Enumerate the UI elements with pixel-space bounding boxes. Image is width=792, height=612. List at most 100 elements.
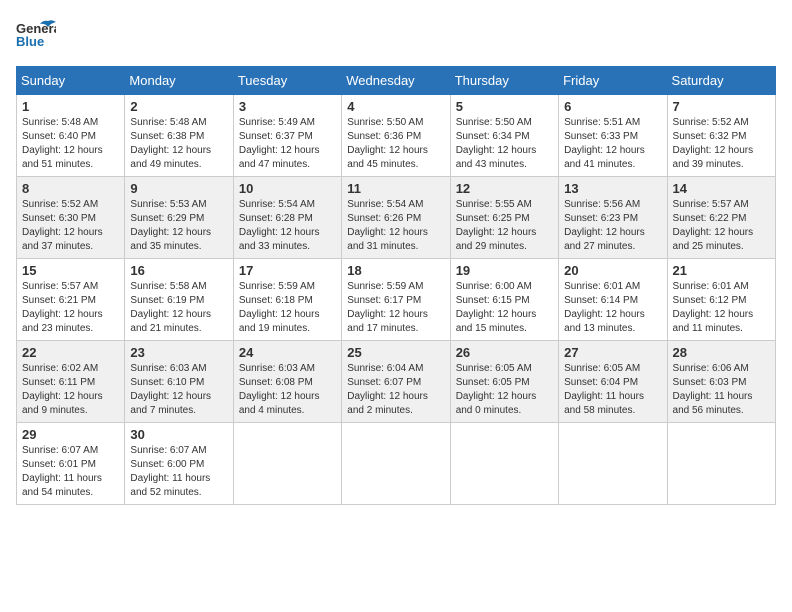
calendar-cell: 20 Sunrise: 6:01 AM Sunset: 6:14 PM Dayli… <box>559 259 667 341</box>
calendar-cell: 11Sunrise: 5:54 AM Sunset: 6:26 PM Dayli… <box>342 177 450 259</box>
day-detail: Sunrise: 6:01 AM Sunset: 6:12 PM Dayligh… <box>673 280 770 336</box>
day-number: 27 <box>564 345 661 360</box>
calendar-week-5: 29 Sunrise: 6:07 AM Sunset: 6:01 PM Dayli… <box>17 423 776 505</box>
day-detail: Sunrise: 5:56 AM Sunset: 6:23 PM Dayligh… <box>564 198 661 254</box>
calendar-cell <box>233 423 341 505</box>
day-detail: Sunrise: 6:06 AM Sunset: 6:03 PM Dayligh… <box>673 362 770 418</box>
calendar-cell: 8 Sunrise: 5:52 AM Sunset: 6:30 PM Daylig… <box>17 177 125 259</box>
calendar-cell: 19Sunrise: 6:00 AM Sunset: 6:15 PM Dayli… <box>450 259 558 341</box>
calendar-cell: 15 Sunrise: 5:57 AM Sunset: 6:21 PM Dayli… <box>17 259 125 341</box>
day-detail: Sunrise: 5:52 AM Sunset: 6:32 PM Dayligh… <box>673 116 770 172</box>
day-number: 5 <box>456 99 553 114</box>
calendar-header-sunday: Sunday <box>17 67 125 95</box>
calendar-cell <box>667 423 775 505</box>
day-number: 26 <box>456 345 553 360</box>
day-number: 23 <box>130 345 227 360</box>
day-number: 30 <box>130 427 227 442</box>
day-detail: Sunrise: 6:05 AM Sunset: 6:05 PM Dayligh… <box>456 362 553 418</box>
day-number: 11 <box>347 181 444 196</box>
calendar-header-saturday: Saturday <box>667 67 775 95</box>
day-number: 3 <box>239 99 336 114</box>
calendar-header-row: SundayMondayTuesdayWednesdayThursdayFrid… <box>17 67 776 95</box>
calendar-cell: 1 Sunrise: 5:48 AM Sunset: 6:40 PM Daylig… <box>17 95 125 177</box>
day-detail: Sunrise: 5:58 AM Sunset: 6:19 PM Dayligh… <box>130 280 227 336</box>
calendar-header-wednesday: Wednesday <box>342 67 450 95</box>
calendar-cell: 5 Sunrise: 5:50 AM Sunset: 6:34 PM Daylig… <box>450 95 558 177</box>
calendar-header-tuesday: Tuesday <box>233 67 341 95</box>
calendar-cell: 3 Sunrise: 5:49 AM Sunset: 6:37 PM Daylig… <box>233 95 341 177</box>
calendar-week-4: 22Sunrise: 6:02 AM Sunset: 6:11 PM Dayli… <box>17 341 776 423</box>
calendar-cell: 6 Sunrise: 5:51 AM Sunset: 6:33 PM Daylig… <box>559 95 667 177</box>
day-number: 29 <box>22 427 119 442</box>
calendar-cell: 26 Sunrise: 6:05 AM Sunset: 6:05 PM Dayli… <box>450 341 558 423</box>
calendar-cell: 17Sunrise: 5:59 AM Sunset: 6:18 PM Dayli… <box>233 259 341 341</box>
calendar-cell <box>342 423 450 505</box>
calendar-cell <box>559 423 667 505</box>
calendar-header-thursday: Thursday <box>450 67 558 95</box>
calendar-cell <box>450 423 558 505</box>
day-detail: Sunrise: 6:03 AM Sunset: 6:10 PM Dayligh… <box>130 362 227 418</box>
calendar-week-1: 1 Sunrise: 5:48 AM Sunset: 6:40 PM Daylig… <box>17 95 776 177</box>
day-detail: Sunrise: 5:48 AM Sunset: 6:40 PM Dayligh… <box>22 116 119 172</box>
calendar-cell: 14Sunrise: 5:57 AM Sunset: 6:22 PM Dayli… <box>667 177 775 259</box>
logo-icon: GeneralBlue <box>16 16 56 56</box>
day-detail: Sunrise: 6:07 AM Sunset: 6:00 PM Dayligh… <box>130 444 227 500</box>
day-detail: Sunrise: 5:57 AM Sunset: 6:21 PM Dayligh… <box>22 280 119 336</box>
calendar-cell: 4 Sunrise: 5:50 AM Sunset: 6:36 PM Daylig… <box>342 95 450 177</box>
day-number: 18 <box>347 263 444 278</box>
calendar-cell: 12 Sunrise: 5:55 AM Sunset: 6:25 PM Dayli… <box>450 177 558 259</box>
day-detail: Sunrise: 5:54 AM Sunset: 6:28 PM Dayligh… <box>239 198 336 254</box>
calendar-cell: 18 Sunrise: 5:59 AM Sunset: 6:17 PM Dayli… <box>342 259 450 341</box>
day-detail: Sunrise: 5:53 AM Sunset: 6:29 PM Dayligh… <box>130 198 227 254</box>
calendar-cell: 25Sunrise: 6:04 AM Sunset: 6:07 PM Dayli… <box>342 341 450 423</box>
day-detail: Sunrise: 6:01 AM Sunset: 6:14 PM Dayligh… <box>564 280 661 336</box>
calendar-cell: 2 Sunrise: 5:48 AM Sunset: 6:38 PM Daylig… <box>125 95 233 177</box>
page-header: GeneralBlue <box>16 16 776 56</box>
day-detail: Sunrise: 5:52 AM Sunset: 6:30 PM Dayligh… <box>22 198 119 254</box>
day-number: 8 <box>22 181 119 196</box>
day-detail: Sunrise: 6:07 AM Sunset: 6:01 PM Dayligh… <box>22 444 119 500</box>
day-detail: Sunrise: 5:55 AM Sunset: 6:25 PM Dayligh… <box>456 198 553 254</box>
day-detail: Sunrise: 5:50 AM Sunset: 6:36 PM Dayligh… <box>347 116 444 172</box>
day-detail: Sunrise: 5:49 AM Sunset: 6:37 PM Dayligh… <box>239 116 336 172</box>
day-number: 16 <box>130 263 227 278</box>
day-number: 6 <box>564 99 661 114</box>
calendar-cell: 28 Sunrise: 6:06 AM Sunset: 6:03 PM Dayli… <box>667 341 775 423</box>
calendar-cell: 29 Sunrise: 6:07 AM Sunset: 6:01 PM Dayli… <box>17 423 125 505</box>
calendar-header-monday: Monday <box>125 67 233 95</box>
day-number: 21 <box>673 263 770 278</box>
calendar-cell: 23 Sunrise: 6:03 AM Sunset: 6:10 PM Dayli… <box>125 341 233 423</box>
calendar-cell: 13Sunrise: 5:56 AM Sunset: 6:23 PM Dayli… <box>559 177 667 259</box>
day-number: 24 <box>239 345 336 360</box>
day-number: 2 <box>130 99 227 114</box>
calendar-cell: 16 Sunrise: 5:58 AM Sunset: 6:19 PM Dayli… <box>125 259 233 341</box>
logo: GeneralBlue <box>16 16 56 56</box>
calendar-cell: 27 Sunrise: 6:05 AM Sunset: 6:04 PM Dayli… <box>559 341 667 423</box>
calendar-header-friday: Friday <box>559 67 667 95</box>
day-number: 9 <box>130 181 227 196</box>
day-number: 7 <box>673 99 770 114</box>
day-number: 1 <box>22 99 119 114</box>
calendar-week-3: 15 Sunrise: 5:57 AM Sunset: 6:21 PM Dayli… <box>17 259 776 341</box>
day-detail: Sunrise: 5:51 AM Sunset: 6:33 PM Dayligh… <box>564 116 661 172</box>
calendar-cell: 9 Sunrise: 5:53 AM Sunset: 6:29 PM Daylig… <box>125 177 233 259</box>
day-detail: Sunrise: 5:59 AM Sunset: 6:17 PM Dayligh… <box>347 280 444 336</box>
day-number: 28 <box>673 345 770 360</box>
calendar-cell: 21 Sunrise: 6:01 AM Sunset: 6:12 PM Dayli… <box>667 259 775 341</box>
day-detail: Sunrise: 6:04 AM Sunset: 6:07 PM Dayligh… <box>347 362 444 418</box>
day-number: 15 <box>22 263 119 278</box>
day-number: 19 <box>456 263 553 278</box>
day-number: 4 <box>347 99 444 114</box>
day-detail: Sunrise: 5:59 AM Sunset: 6:18 PM Dayligh… <box>239 280 336 336</box>
calendar-week-2: 8 Sunrise: 5:52 AM Sunset: 6:30 PM Daylig… <box>17 177 776 259</box>
day-detail: Sunrise: 5:48 AM Sunset: 6:38 PM Dayligh… <box>130 116 227 172</box>
day-number: 14 <box>673 181 770 196</box>
day-number: 12 <box>456 181 553 196</box>
svg-text:Blue: Blue <box>16 34 44 49</box>
day-detail: Sunrise: 5:50 AM Sunset: 6:34 PM Dayligh… <box>456 116 553 172</box>
day-detail: Sunrise: 6:03 AM Sunset: 6:08 PM Dayligh… <box>239 362 336 418</box>
day-number: 20 <box>564 263 661 278</box>
calendar-cell: 22Sunrise: 6:02 AM Sunset: 6:11 PM Dayli… <box>17 341 125 423</box>
day-detail: Sunrise: 6:02 AM Sunset: 6:11 PM Dayligh… <box>22 362 119 418</box>
day-detail: Sunrise: 6:05 AM Sunset: 6:04 PM Dayligh… <box>564 362 661 418</box>
